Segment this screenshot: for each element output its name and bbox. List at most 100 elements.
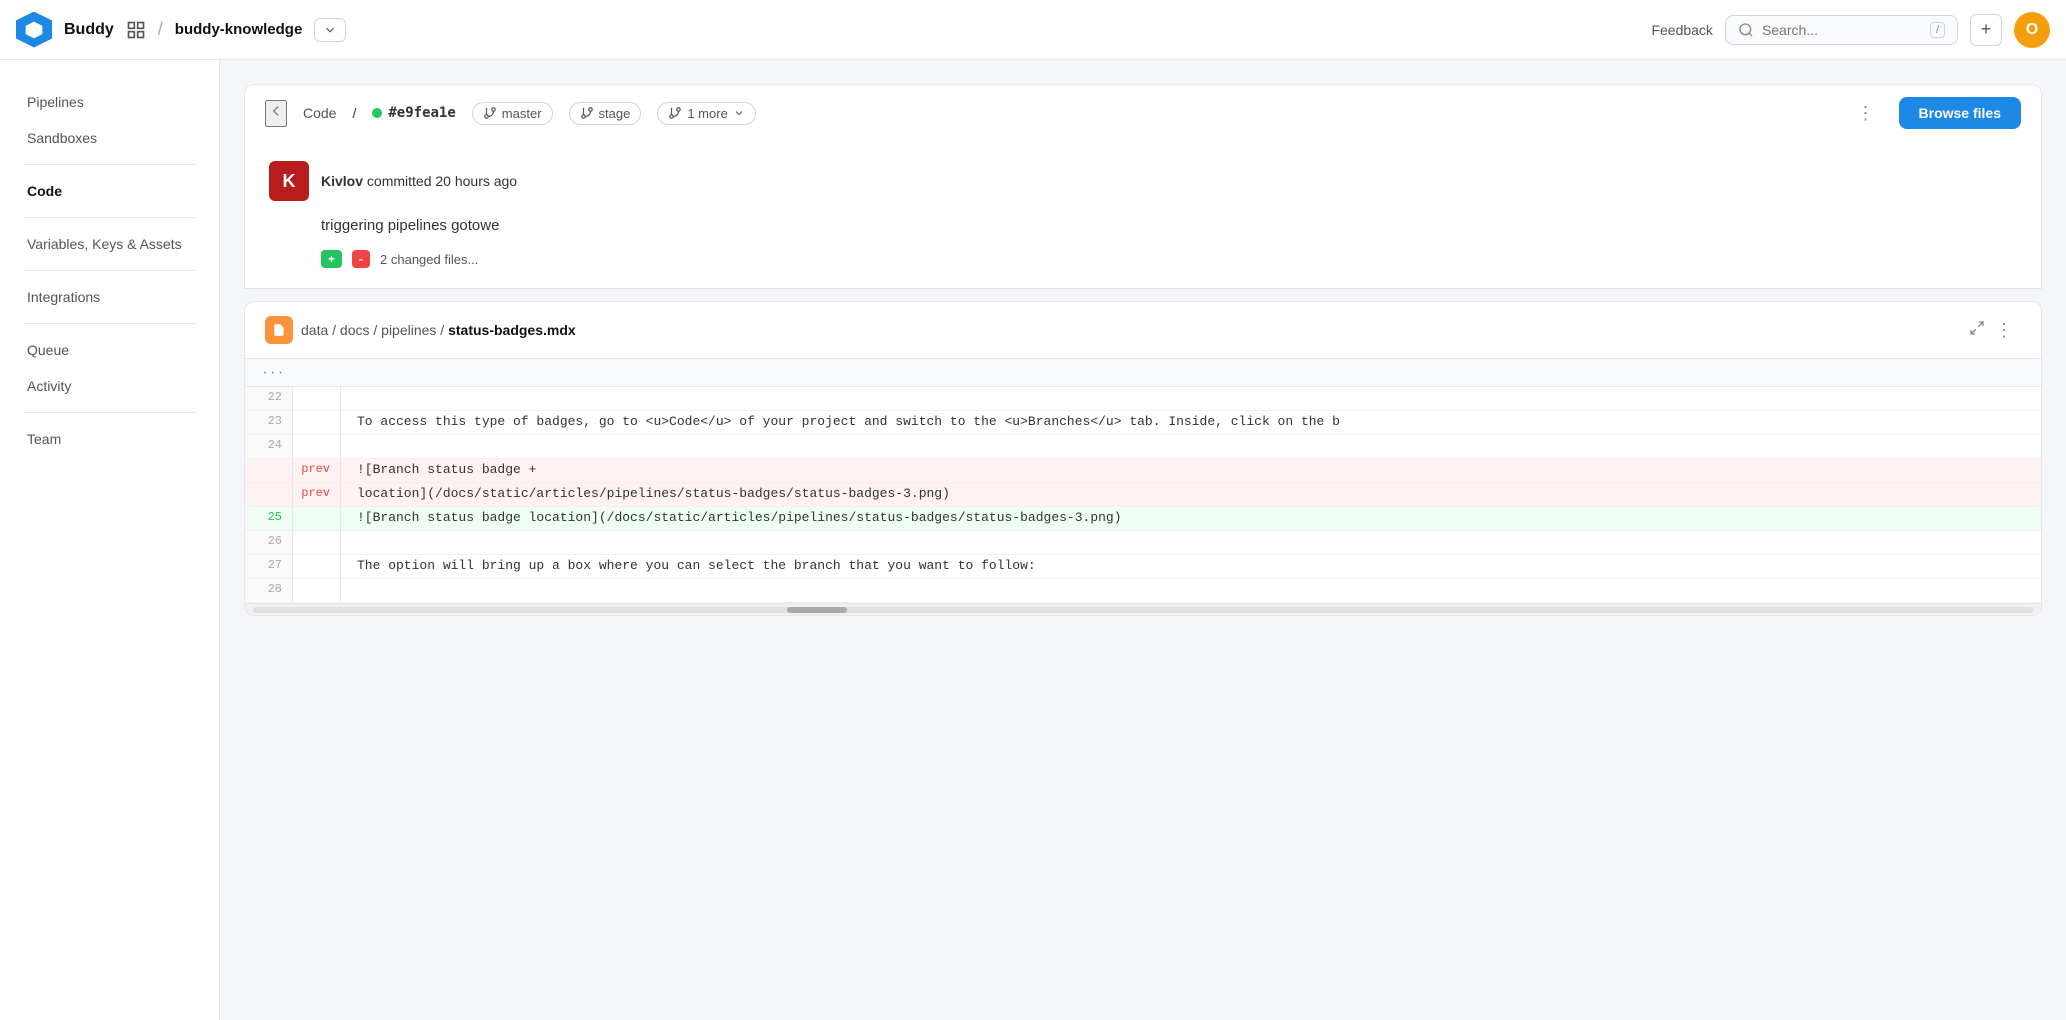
del-badge: -	[352, 250, 370, 268]
line-num-24: 24	[245, 435, 293, 458]
commit-hash-container: #e9fea1e	[372, 105, 455, 121]
main-content: Code / #e9fea1e master stage	[220, 60, 2066, 1020]
sidebar-item-queue[interactable]: Queue	[0, 332, 219, 368]
sidebar-divider-3	[24, 270, 195, 271]
branch-master-tag[interactable]: master	[472, 102, 553, 125]
scrollbar-track	[253, 607, 2033, 613]
commit-author-info: Kivlov committed 20 hours ago	[321, 173, 517, 189]
line-content-23: To access this type of badges, go to <u>…	[341, 411, 2041, 434]
diff-line-prev1: prev ![Branch status badge +	[245, 459, 2041, 483]
diff-more-options-icon[interactable]: ⋮	[1995, 320, 2013, 341]
file-path: data / docs / pipelines / status-badges.…	[301, 322, 576, 338]
line-num-prev1	[245, 459, 293, 482]
sidebar-item-sandboxes[interactable]: Sandboxes	[0, 120, 219, 156]
file-type-icon	[265, 316, 293, 344]
commit-message: triggering pipelines gotowe	[269, 217, 2017, 234]
add-button[interactable]: +	[1970, 14, 2002, 46]
branch-icon-3	[668, 106, 682, 120]
sidebar-item-activity[interactable]: Activity	[0, 368, 219, 404]
branch-icon	[483, 106, 497, 120]
diff-line-prev2: prev location](/docs/static/articles/pip…	[245, 483, 2041, 507]
breadcrumb-sep2: /	[352, 105, 356, 121]
line-content-prev2: location](/docs/static/articles/pipeline…	[341, 483, 2041, 506]
diff-scrollbar[interactable]	[245, 603, 2041, 615]
line-num-28: 28	[245, 579, 293, 602]
branch-stage-tag[interactable]: stage	[569, 102, 642, 125]
sidebar-divider-1	[24, 164, 195, 165]
app-name: Buddy	[64, 21, 114, 39]
sidebar-item-team[interactable]: Team	[0, 421, 219, 457]
feedback-link[interactable]: Feedback	[1651, 22, 1712, 38]
chevron-down-icon	[733, 107, 745, 119]
line-content-26	[341, 531, 2041, 554]
more-branches-tag[interactable]: 1 more	[657, 102, 755, 125]
line-label-27	[293, 555, 341, 578]
commit-bar: Code / #e9fea1e master stage	[244, 84, 2042, 141]
commit-card: K Kivlov committed 20 hours ago triggeri…	[244, 141, 2042, 289]
sidebar-item-variables[interactable]: Variables, Keys & Assets	[0, 226, 219, 262]
commit-hash-text: #e9fea1e	[388, 105, 455, 121]
search-box[interactable]: /	[1725, 15, 1958, 45]
project-name: buddy-knowledge	[175, 21, 303, 38]
search-icon	[1738, 22, 1754, 38]
line-label-23	[293, 411, 341, 434]
avatar[interactable]: O	[2014, 12, 2050, 48]
line-label-prev1: prev	[293, 459, 341, 482]
line-num-22: 22	[245, 387, 293, 410]
expand-icon[interactable]	[1969, 320, 1985, 341]
grid-icon[interactable]	[126, 20, 146, 40]
line-content-22	[341, 387, 2041, 410]
line-content-28	[341, 579, 2041, 602]
sidebar-divider-2	[24, 217, 195, 218]
diff-line-23: 23 To access this type of badges, go to …	[245, 411, 2041, 435]
line-label-prev2: prev	[293, 483, 341, 506]
diff-line-26: 26	[245, 531, 2041, 555]
project-dropdown-button[interactable]	[314, 18, 346, 42]
line-num-23: 23	[245, 411, 293, 434]
scrollbar-thumb	[787, 607, 847, 613]
diff-actions: ⋮	[1969, 320, 2021, 341]
browse-files-button[interactable]: Browse files	[1899, 97, 2021, 129]
author-avatar: K	[269, 161, 309, 201]
sidebar-item-integrations[interactable]: Integrations	[0, 279, 219, 315]
changed-files-label: 2 changed files...	[380, 252, 478, 267]
search-input[interactable]	[1762, 22, 1922, 38]
line-label-22	[293, 387, 341, 410]
line-content-25: ![Branch status badge location](/docs/st…	[341, 507, 2041, 530]
diff-line-28: 28	[245, 579, 2041, 603]
line-num-27: 27	[245, 555, 293, 578]
line-content-24	[341, 435, 2041, 458]
more-options-icon[interactable]: ⋮	[1857, 103, 1875, 124]
sidebar-divider-5	[24, 412, 195, 413]
commit-full-meta: Kivlov committed 20 hours ago	[321, 173, 517, 189]
diff-line-27: 27 The option will bring up a box where …	[245, 555, 2041, 579]
diff-card: data / docs / pipelines / status-badges.…	[244, 301, 2042, 616]
diff-ellipsis-row: ···	[245, 359, 2041, 387]
line-content-27: The option will bring up a box where you…	[341, 555, 2041, 578]
breadcrumb-separator: /	[158, 19, 163, 40]
back-button[interactable]	[265, 100, 287, 127]
topnav: Buddy / buddy-knowledge Feedback / + O	[0, 0, 2066, 60]
line-num-25: 25	[245, 507, 293, 530]
line-content-prev1: ![Branch status badge +	[341, 459, 2041, 482]
diff-line-25: 25 ![Branch status badge location](/docs…	[245, 507, 2041, 531]
diff-line-22: 22	[245, 387, 2041, 411]
line-label-26	[293, 531, 341, 554]
line-label-24	[293, 435, 341, 458]
sidebar-item-pipelines[interactable]: Pipelines	[0, 84, 219, 120]
line-num-prev2	[245, 483, 293, 506]
line-label-25	[293, 507, 341, 530]
commit-meta: K Kivlov committed 20 hours ago	[269, 161, 2017, 201]
add-badge: +	[321, 250, 342, 268]
app-logo[interactable]	[16, 12, 52, 48]
main-layout: Pipelines Sandboxes Code Variables, Keys…	[0, 60, 2066, 1020]
slash-shortcut: /	[1930, 22, 1945, 38]
diff-line-24: 24	[245, 435, 2041, 459]
diff-header: data / docs / pipelines / status-badges.…	[245, 302, 2041, 359]
breadcrumb-code: Code	[303, 105, 336, 121]
line-label-28	[293, 579, 341, 602]
sidebar-item-code[interactable]: Code	[0, 173, 219, 209]
commit-status-dot	[372, 108, 382, 118]
changed-files-row: + - 2 changed files...	[269, 250, 2017, 268]
sidebar: Pipelines Sandboxes Code Variables, Keys…	[0, 60, 220, 1020]
